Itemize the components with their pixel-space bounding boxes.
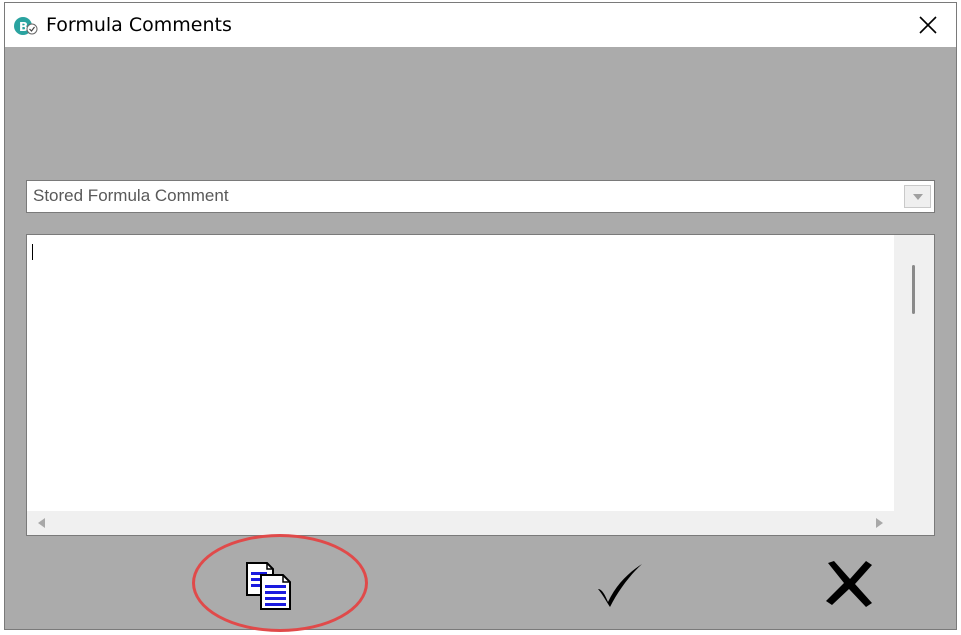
chevron-down-icon: [913, 194, 923, 200]
svg-text:B: B: [19, 20, 28, 34]
ok-button[interactable]: [588, 559, 648, 611]
comment-type-select[interactable]: Stored Formula Comment: [26, 180, 935, 213]
comment-type-value: Stored Formula Comment: [33, 186, 229, 205]
vertical-scroll-thumb[interactable]: [912, 265, 915, 314]
scrollbar-corner: [894, 511, 934, 535]
scroll-right-icon[interactable]: [876, 518, 883, 528]
formula-comments-dialog: B Formula Comments Stored Formula Commen…: [4, 2, 957, 632]
scroll-left-icon[interactable]: [38, 518, 45, 528]
horizontal-scrollbar[interactable]: [27, 511, 894, 535]
copy-icon: [246, 562, 291, 610]
app-b-icon: B: [14, 16, 38, 36]
close-icon: [826, 561, 872, 607]
close-icon: [919, 16, 937, 34]
copy-button[interactable]: [237, 559, 297, 615]
title-close-button[interactable]: [900, 3, 956, 47]
title-bar: B Formula Comments: [5, 3, 956, 47]
cancel-button[interactable]: [818, 555, 880, 611]
text-caret: [32, 244, 33, 260]
dialog-title: Formula Comments: [46, 14, 232, 36]
comment-type-dropdown-button[interactable]: [904, 185, 931, 208]
checkmark-icon: [598, 564, 642, 607]
comment-text-area[interactable]: [26, 234, 935, 536]
vertical-scrollbar[interactable]: [894, 235, 934, 511]
